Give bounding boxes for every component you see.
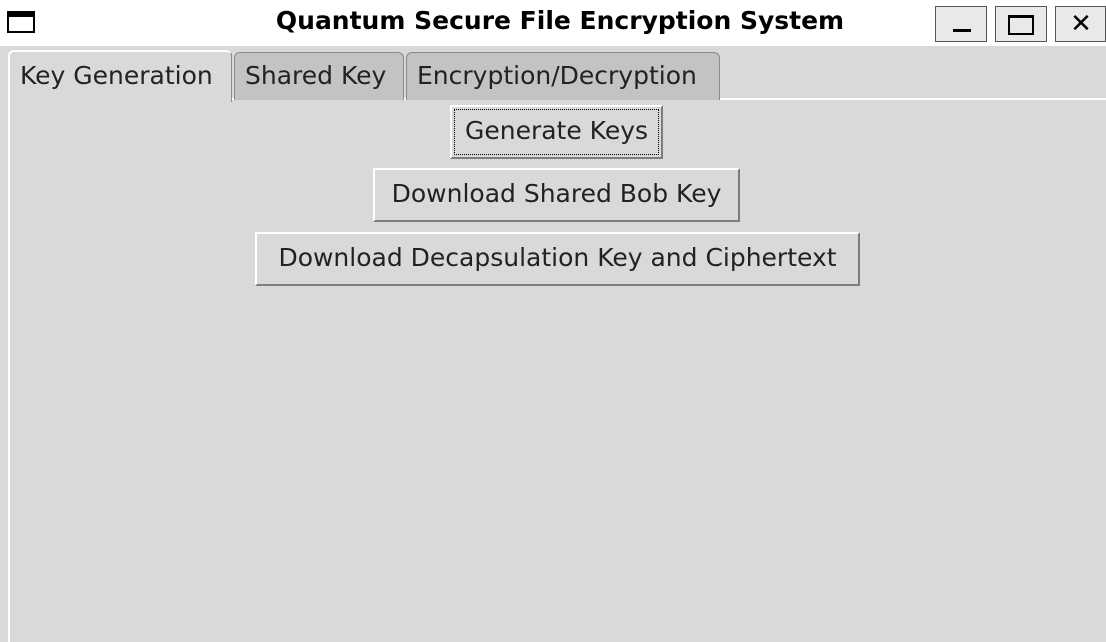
maximize-button[interactable] [995,6,1047,42]
minimize-button[interactable] [935,6,987,42]
tab-key-generation[interactable]: Key Generation [8,50,232,102]
generate-keys-button[interactable]: Generate Keys [450,105,663,159]
close-button[interactable]: ✕ [1055,6,1106,42]
window-icon[interactable] [7,11,35,33]
download-shared-bob-key-label: Download Shared Bob Key [391,179,722,208]
maximize-icon [1008,15,1034,35]
generate-keys-label: Generate Keys [464,116,649,145]
minimize-icon [953,29,971,32]
tab-shared-key[interactable]: Shared Key [234,52,404,100]
download-shared-bob-key-button[interactable]: Download Shared Bob Key [373,168,740,222]
title-bar[interactable]: Quantum Secure File Encryption System ✕ [0,0,1106,46]
tab-encryption-decryption[interactable]: Encryption/Decryption [406,52,720,100]
download-decapsulation-key-button[interactable]: Download Decapsulation Key and Ciphertex… [255,232,860,286]
app-window: Quantum Secure File Encryption System ✕ … [0,0,1106,642]
window-title: Quantum Secure File Encryption System [275,6,845,35]
close-icon: ✕ [1070,9,1092,39]
download-decapsulation-key-label: Download Decapsulation Key and Ciphertex… [278,243,837,272]
